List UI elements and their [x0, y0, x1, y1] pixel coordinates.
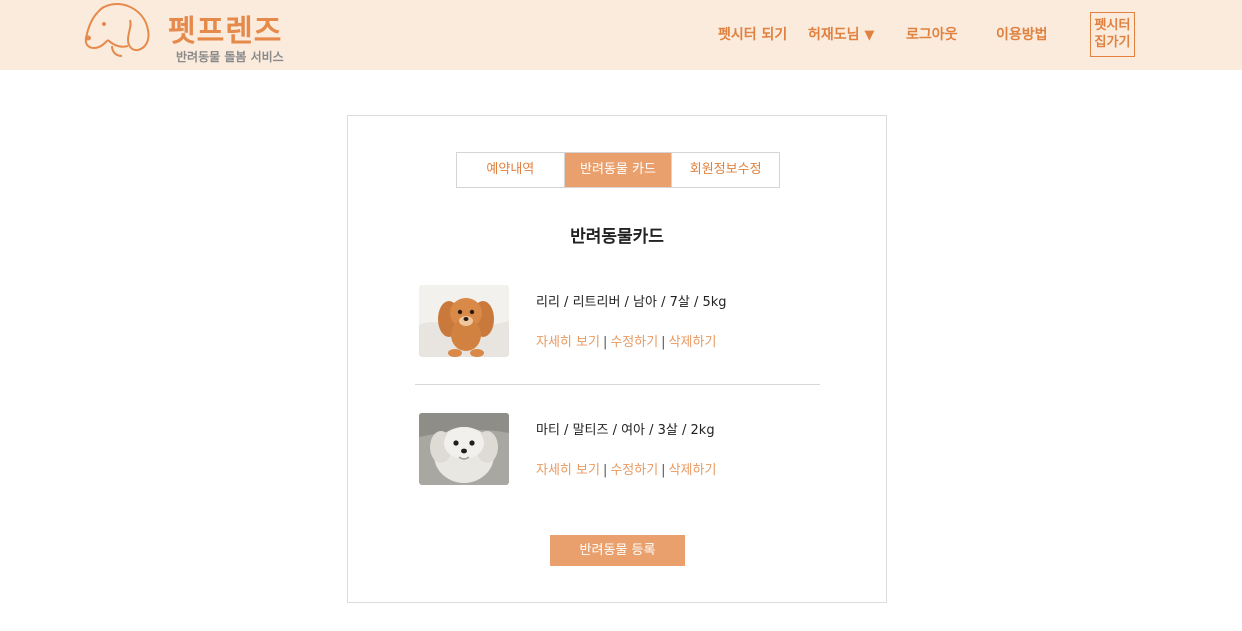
nav-box-line2: 집가기	[1094, 35, 1131, 50]
pet-actions: 자세히 보기 | 수정하기 | 삭제하기	[536, 459, 716, 478]
pet-detail-link[interactable]: 자세히 보기	[536, 335, 600, 350]
pet-delete-link[interactable]: 삭제하기	[669, 335, 717, 350]
pet-detail-link[interactable]: 자세히 보기	[536, 463, 600, 478]
tab-reservations[interactable]: 예약내역	[457, 153, 564, 187]
pet-card-item: 리리 / 리트리버 / 남아 / 7살 / 5kg 자세히 보기 | 수정하기 | 삭제…	[419, 285, 839, 365]
pet-delete-link[interactable]: 삭제하기	[669, 463, 717, 478]
nav-user-menu[interactable]: 허재도님 ▼	[808, 24, 874, 44]
caret-down-icon: ▼	[864, 28, 875, 43]
pet-info: 마티 / 말티즈 / 여아 / 3살 / 2kg	[536, 423, 715, 438]
separator: |	[602, 335, 608, 350]
pet-actions: 자세히 보기 | 수정하기 | 삭제하기	[536, 331, 716, 350]
tab-edit-profile[interactable]: 회원정보수정	[671, 153, 779, 187]
pet-photo	[419, 413, 509, 485]
mypage-tabs: 예약내역 반려동물 카드 회원정보수정	[456, 152, 780, 188]
divider	[415, 384, 820, 385]
dog-logo-icon	[84, 3, 150, 57]
puppy-photo-icon	[419, 285, 509, 357]
tab-pet-card[interactable]: 반려동물 카드	[563, 153, 672, 187]
register-pet-button[interactable]: 반려동물 등록	[550, 535, 685, 566]
logo-title: 펫프렌즈	[168, 14, 283, 49]
separator: |	[602, 463, 608, 478]
nav-box-line1: 펫시터	[1094, 18, 1131, 33]
logo[interactable]: 펫프렌즈 반려동물 돌봄 서비스	[82, 2, 302, 64]
pet-edit-link[interactable]: 수정하기	[610, 335, 658, 350]
nav-logout[interactable]: 로그아웃	[906, 24, 958, 44]
pet-info: 리리 / 리트리버 / 남아 / 7살 / 5kg	[536, 295, 727, 310]
pet-card-panel: 예약내역 반려동물 카드 회원정보수정 반려동물카드 리리 / 리트리버 / 남…	[347, 115, 887, 603]
maltese-photo-icon	[419, 413, 509, 485]
separator: |	[661, 335, 666, 350]
nav-become-petsitter[interactable]: 펫시터 되기	[718, 24, 787, 44]
logo-subtitle: 반려동물 돌봄 서비스	[176, 50, 284, 64]
pet-card-item: 마티 / 말티즈 / 여아 / 3살 / 2kg 자세히 보기 | 수정하기 | 삭제하…	[419, 413, 839, 493]
pet-edit-link[interactable]: 수정하기	[610, 463, 658, 478]
page-title: 반려동물카드	[570, 227, 664, 247]
pet-photo	[419, 285, 509, 357]
nav-howto[interactable]: 이용방법	[996, 24, 1048, 44]
nav-user-name: 허재도님	[808, 27, 860, 43]
nav-petsitter-home-button[interactable]: 펫시터 집가기	[1090, 12, 1135, 57]
top-header: 펫프렌즈 반려동물 돌봄 서비스 펫시터 되기 허재도님 ▼ 로그아웃 이용방법…	[0, 0, 1242, 70]
separator: |	[661, 463, 666, 478]
